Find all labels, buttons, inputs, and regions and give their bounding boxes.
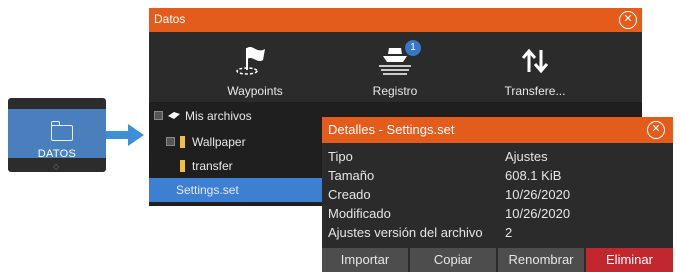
tile-highlight: DATOS <box>8 109 106 160</box>
import-button[interactable]: Importar <box>322 248 408 272</box>
tree-label: Settings.set <box>176 183 239 197</box>
toolbar-label: Transfere... <box>504 84 566 98</box>
dialog-titlebar: Detalles - Settings.set ✕ <box>322 117 673 143</box>
transfer-arrows-icon <box>521 48 549 74</box>
property-name: Tipo <box>328 149 353 164</box>
property-name: Ajustes versión del archivo <box>328 225 483 240</box>
toolbar-label: Registro <box>372 84 418 98</box>
property-value: Ajustes <box>505 149 548 164</box>
rename-button[interactable]: Renombrar <box>498 248 584 272</box>
drive-icon <box>168 112 180 119</box>
toolbar-label: Waypoints <box>227 84 283 98</box>
tree-label: transfer <box>192 159 233 173</box>
toolbar-registro[interactable]: 1 Registro <box>325 32 465 102</box>
property-value: 2 <box>505 225 513 240</box>
property-value: 10/26/2020 <box>505 206 571 221</box>
tree-label: Wallpaper <box>192 135 246 149</box>
toolbar-waypoints[interactable]: Waypoints <box>185 32 325 102</box>
window-titlebar: Datos ✕ <box>149 8 642 32</box>
folder-icon <box>180 160 185 172</box>
tree-item-settings-set[interactable]: Settings.set <box>149 178 322 202</box>
folder-icon <box>50 121 73 141</box>
details-dialog: Detalles - Settings.set ✕ Tipo Ajustes T… <box>322 117 673 272</box>
delete-button[interactable]: Eliminar <box>586 248 673 272</box>
expand-icon[interactable] <box>166 137 175 146</box>
tree-item-wallpaper[interactable]: Wallpaper <box>149 130 319 154</box>
property-name: Creado <box>328 187 371 202</box>
window-title: Datos <box>154 12 186 26</box>
property-name: Modificado <box>328 206 391 221</box>
folder-icon <box>180 136 185 148</box>
property-value: 10/26/2020 <box>505 187 571 202</box>
copy-button[interactable]: Copiar <box>410 248 496 272</box>
arrow-right-icon <box>106 124 144 146</box>
close-icon[interactable]: ✕ <box>619 11 637 29</box>
toolbar-transfer[interactable]: Transfere... <box>465 32 605 102</box>
expand-icon[interactable] <box>154 111 163 120</box>
caret-icon: ◇ <box>53 162 60 171</box>
property-name: Tamaño <box>328 168 375 183</box>
notification-badge: 1 <box>405 40 421 56</box>
property-value: 608.1 KiB <box>505 168 562 183</box>
tree-item-transfer[interactable]: transfer <box>149 154 319 178</box>
dialog-title: Detalles - Settings.set <box>328 122 455 137</box>
waypoint-flag-icon <box>236 47 265 75</box>
datos-app-tile[interactable]: DATOS ◇ <box>8 98 106 172</box>
close-icon[interactable]: ✕ <box>647 121 665 139</box>
tile-label: DATOS <box>37 148 77 160</box>
tree-label: Mis archivos <box>185 109 252 123</box>
